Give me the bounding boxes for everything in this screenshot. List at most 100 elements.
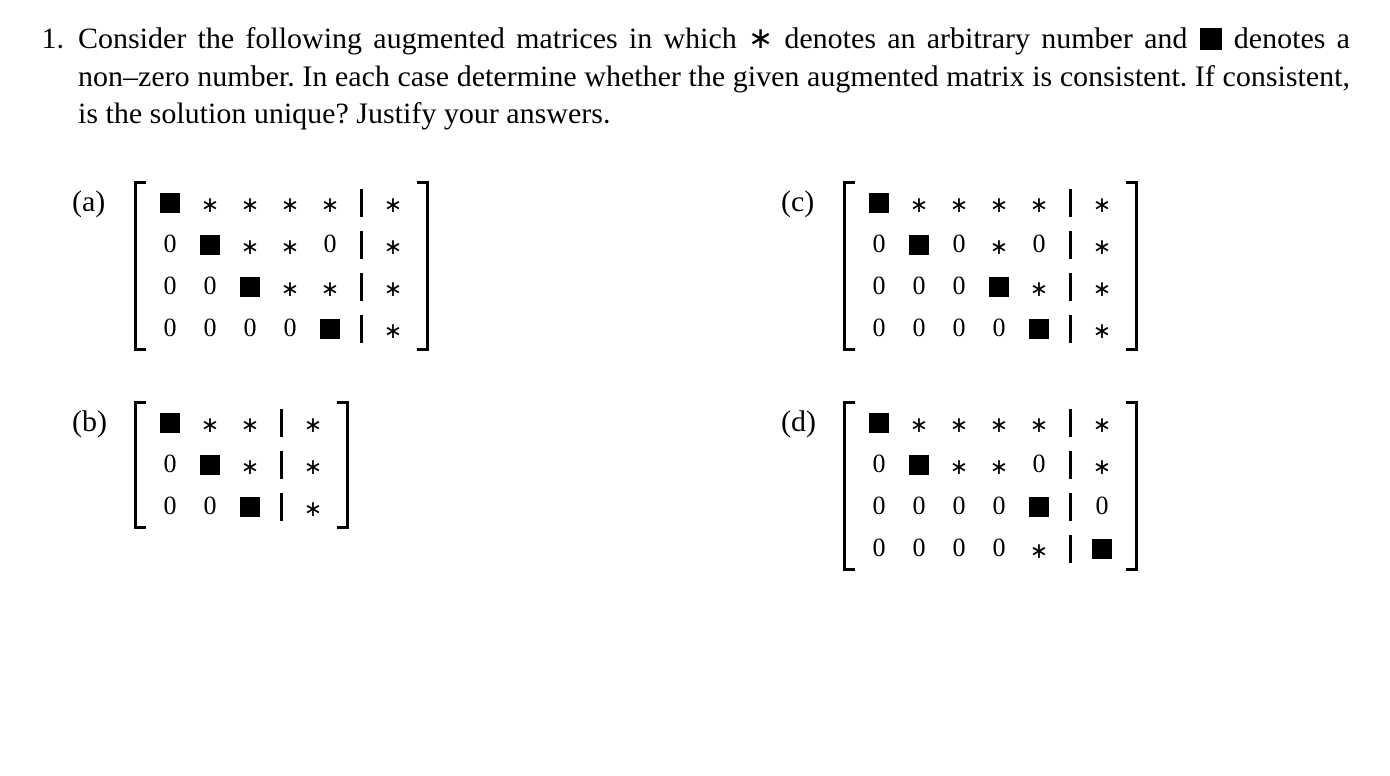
matrix-cell: ∗: [373, 315, 413, 343]
matrix-cell: [859, 409, 899, 437]
matrix-row: 00∗0∗: [859, 231, 1122, 259]
bracket-right: [339, 401, 349, 529]
matrix-a: ∗∗∗∗∗0∗∗0∗00∗∗∗0000∗: [134, 181, 429, 351]
matrix-cell: 0: [150, 493, 190, 521]
augmentation-bar: [280, 409, 283, 437]
matrix-cell: ∗: [230, 409, 270, 437]
matrix-b: ∗∗∗0∗∗00∗: [134, 401, 349, 529]
matrix-cell: [230, 273, 270, 301]
matrix-cell: 0: [939, 535, 979, 563]
page: 1. Consider the following augmented matr…: [0, 0, 1390, 776]
problem-number: 1.: [20, 20, 78, 58]
matrix-row: 00000: [859, 493, 1122, 521]
matrix-cell: 0: [899, 315, 939, 343]
matrix-cell: ∗: [190, 189, 230, 217]
matrix-row: 0000∗: [859, 315, 1122, 343]
matrix-cell: 0: [230, 315, 270, 343]
matrix-cell: [899, 451, 939, 479]
matrix-cell: [1019, 315, 1059, 343]
subpart-a: (a) ∗∗∗∗∗0∗∗0∗00∗∗∗0000∗: [72, 181, 641, 351]
matrix-cell: ∗: [230, 189, 270, 217]
subpart-label-a: (a): [72, 181, 116, 221]
matrix-cell: ∗: [899, 189, 939, 217]
subparts-grid: (a) ∗∗∗∗∗0∗∗0∗00∗∗∗0000∗ (c) ∗∗∗∗∗00∗0∗0…: [72, 181, 1350, 571]
matrix-cell: ∗: [899, 409, 939, 437]
matrix-cell: ∗: [979, 189, 1019, 217]
matrix-cell: ∗: [979, 231, 1019, 259]
problem-stem: Consider the following augmented matrice…: [78, 20, 1350, 133]
matrix-cell: ∗: [373, 231, 413, 259]
subpart-label-d: (d): [781, 401, 825, 441]
matrix-cell: 0: [939, 315, 979, 343]
bracket-left: [134, 401, 144, 529]
augmentation-bar: [360, 231, 363, 259]
filled-square-icon: [1200, 28, 1222, 50]
matrix-cell: ∗: [979, 451, 1019, 479]
matrix-cell: ∗: [979, 409, 1019, 437]
matrix-cell: 0: [859, 493, 899, 521]
matrix-cell: 0: [899, 535, 939, 563]
matrix-cell: [859, 189, 899, 217]
matrix-row: 0000∗: [150, 315, 413, 343]
matrix-cell: ∗: [1082, 189, 1122, 217]
augmentation-bar: [1069, 535, 1072, 563]
filled-square-icon: [869, 193, 889, 213]
matrix-row: ∗∗∗∗∗: [859, 189, 1122, 217]
matrix-cell: ∗: [293, 493, 333, 521]
matrix-body: ∗∗∗∗∗0∗∗0∗000000000∗: [853, 401, 1128, 571]
matrix-cell: [150, 189, 190, 217]
augmentation-bar: [1069, 451, 1072, 479]
matrix-row: 00∗∗∗: [150, 273, 413, 301]
matrix-cell: [230, 493, 270, 521]
matrix-cell: [1082, 535, 1122, 563]
matrix-row: 0∗∗0∗: [150, 231, 413, 259]
matrix-cell: 0: [939, 493, 979, 521]
filled-square-icon: [240, 277, 260, 297]
augmentation-bar: [360, 273, 363, 301]
augmentation-bar: [280, 493, 283, 521]
matrix-body: ∗∗∗∗∗00∗0∗000∗∗0000∗: [853, 181, 1128, 351]
matrix-cell: ∗: [230, 451, 270, 479]
matrix-cell: 0: [939, 273, 979, 301]
matrix-cell: 0: [150, 451, 190, 479]
matrix-cell: 0: [939, 231, 979, 259]
matrix-row: 00 ∗: [150, 493, 333, 521]
filled-square-icon: [909, 455, 929, 475]
filled-square-icon: [200, 455, 220, 475]
matrix-cell: 0: [979, 535, 1019, 563]
matrix-cell: 0: [190, 315, 230, 343]
filled-square-icon: [320, 319, 340, 339]
matrix-cell: ∗: [373, 189, 413, 217]
matrix-cell: ∗: [270, 189, 310, 217]
stem-star-symbol: ∗: [748, 22, 773, 55]
subpart-d: (d) ∗∗∗∗∗0∗∗0∗000000000∗: [781, 401, 1350, 571]
matrix-cell: ∗: [310, 273, 350, 301]
matrix-cell: [979, 273, 1019, 301]
filled-square-icon: [989, 277, 1009, 297]
augmentation-bar: [1069, 231, 1072, 259]
matrix-row: 000∗∗: [859, 273, 1122, 301]
matrix-cell: ∗: [939, 189, 979, 217]
matrix-cell: 0: [150, 315, 190, 343]
matrix-cell: [190, 231, 230, 259]
matrix-cell: ∗: [270, 231, 310, 259]
augmentation-bar: [1069, 315, 1072, 343]
matrix-cell: ∗: [230, 231, 270, 259]
filled-square-icon: [240, 497, 260, 517]
matrix-cell: ∗: [1082, 273, 1122, 301]
matrix-cell: ∗: [1019, 535, 1059, 563]
matrix-cell: 0: [859, 451, 899, 479]
matrix-cell: ∗: [373, 273, 413, 301]
matrix-cell: ∗: [310, 189, 350, 217]
filled-square-icon: [200, 235, 220, 255]
matrix-row: ∗∗∗: [150, 409, 333, 437]
matrix-cell: [310, 315, 350, 343]
matrix-cell: 0: [190, 273, 230, 301]
matrix-cell: 0: [310, 231, 350, 259]
bracket-left: [134, 181, 144, 351]
matrix-cell: ∗: [1082, 451, 1122, 479]
matrix-cell: [1019, 493, 1059, 521]
matrix-cell: 0: [190, 493, 230, 521]
filled-square-icon: [1029, 319, 1049, 339]
matrix-cell: 0: [899, 273, 939, 301]
